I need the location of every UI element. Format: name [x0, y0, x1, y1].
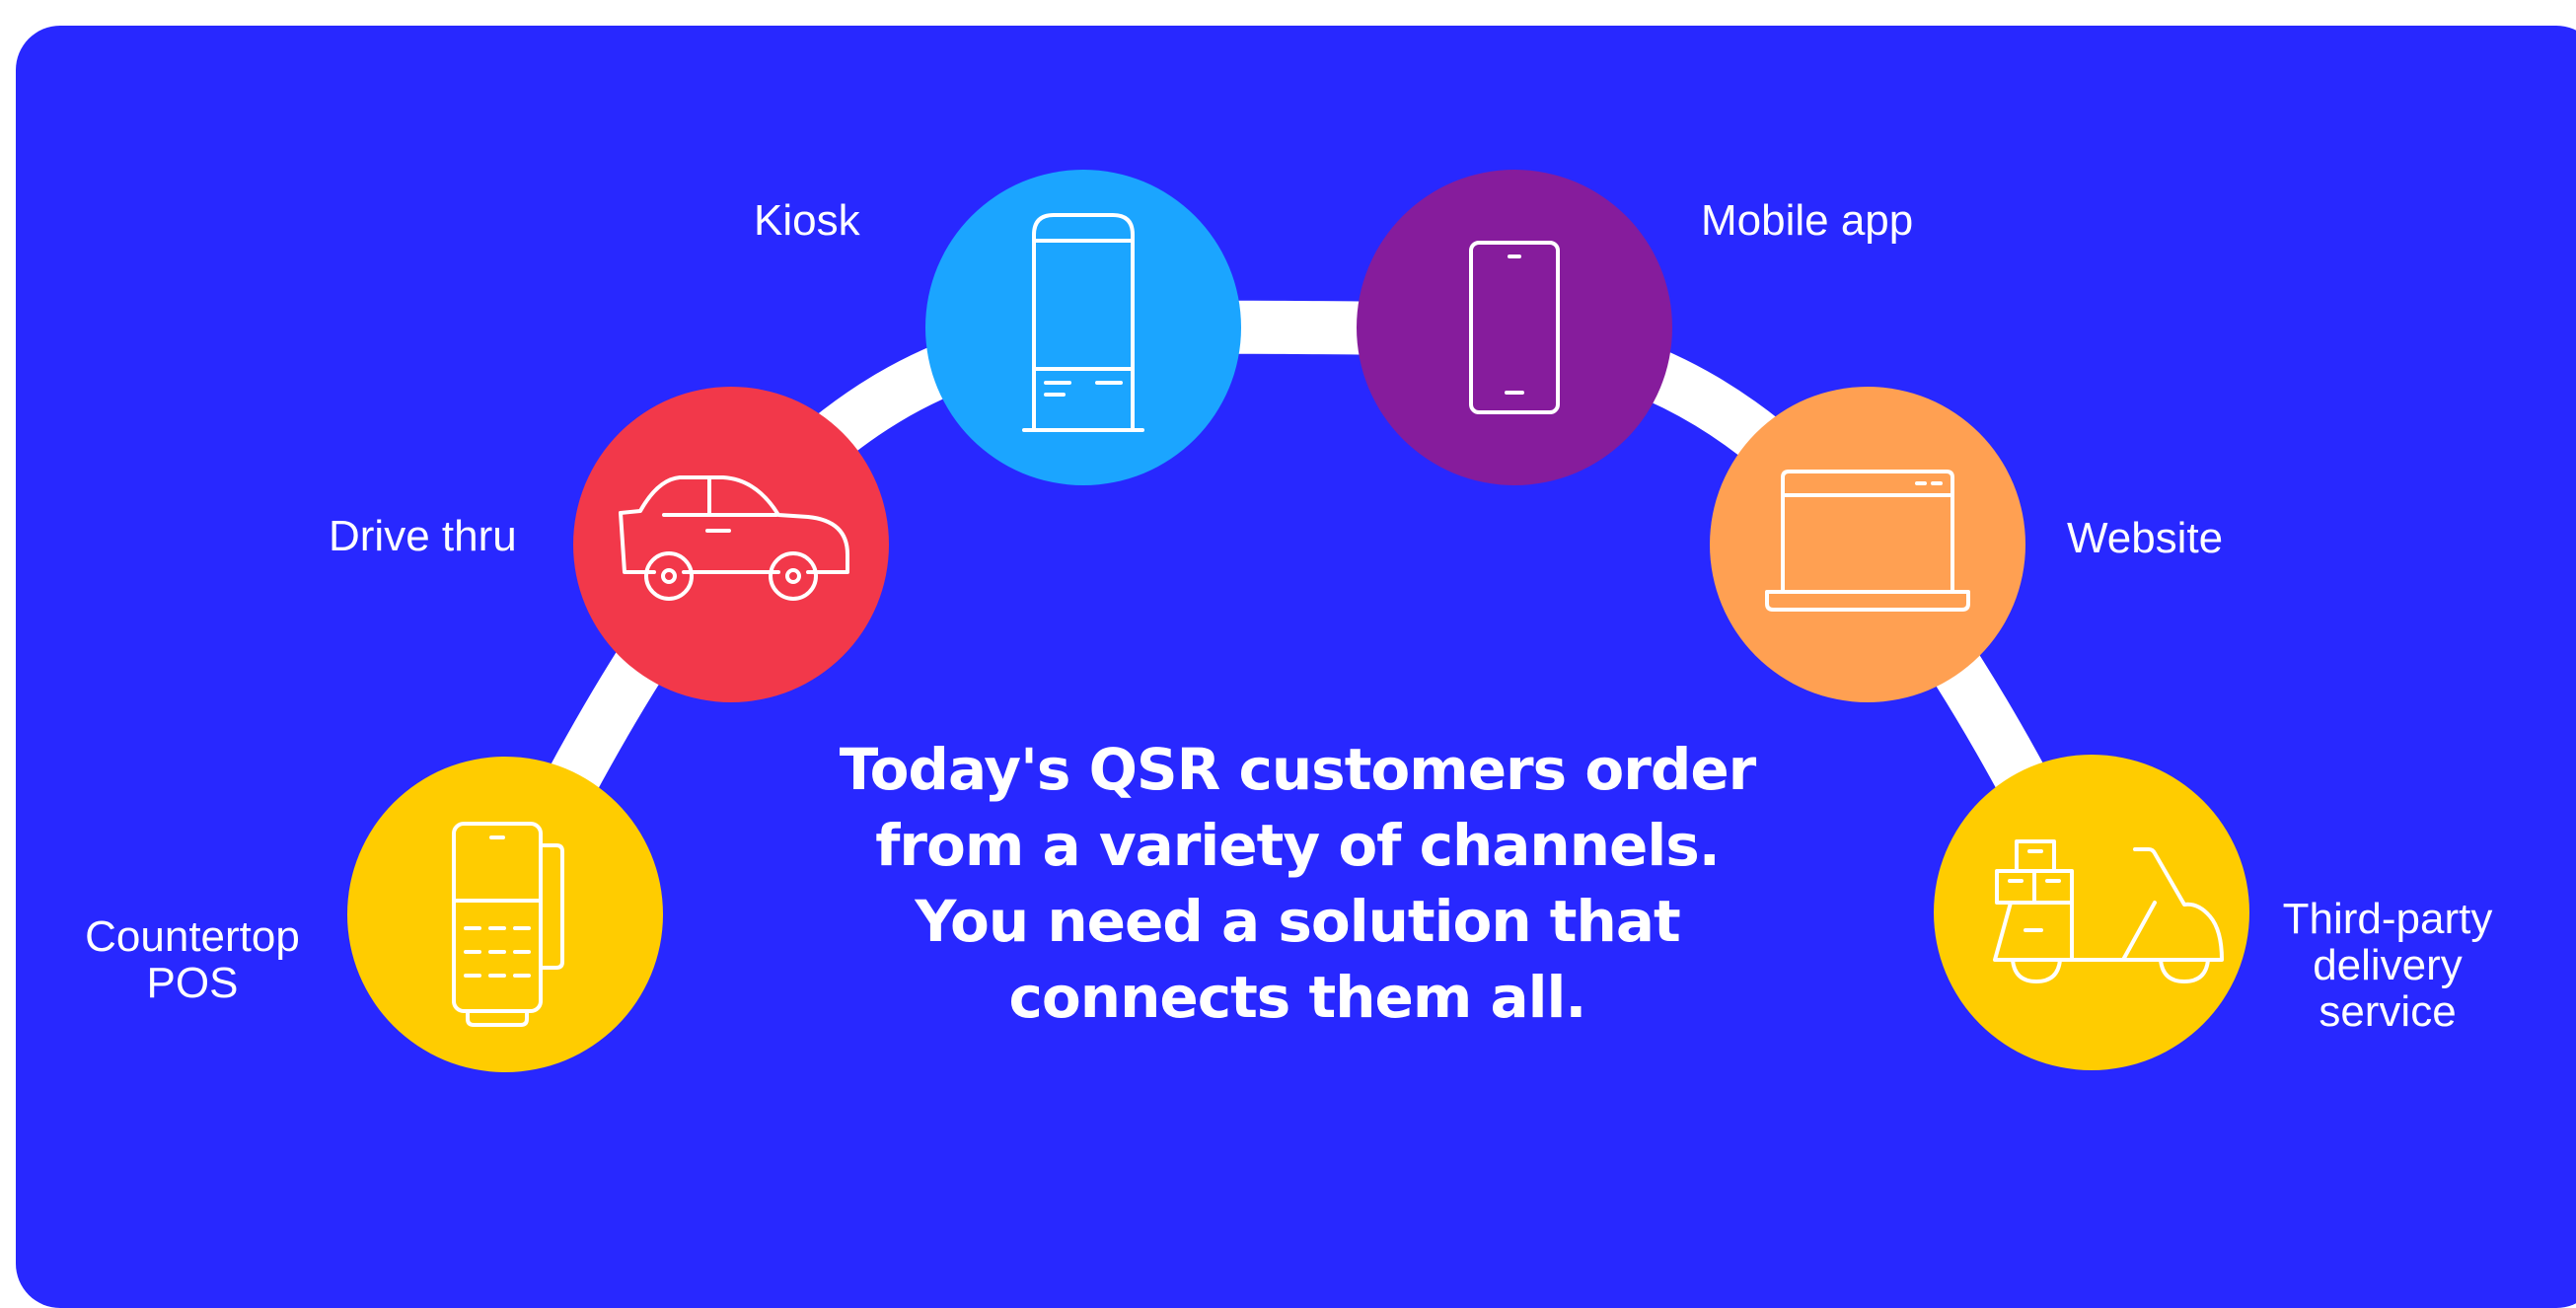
label-mobile-app: Mobile app — [1701, 196, 1914, 245]
node-drive-thru — [573, 387, 889, 702]
label-third-party-delivery: Third-party delivery service — [2259, 896, 2516, 1035]
headline-line-3: You need a solution that — [915, 888, 1680, 955]
smartphone-icon — [1469, 241, 1560, 414]
delivery-scooter-icon — [1993, 839, 2224, 983]
headline-line-2: from a variety of channels. — [875, 812, 1721, 879]
kiosk-icon — [1022, 213, 1144, 432]
label-countertop-pos-line-1: Countertop — [85, 912, 300, 961]
car-icon — [619, 475, 849, 601]
label-third-party-line-1: Third-party — [2282, 895, 2493, 943]
headline-line-4: connects them all. — [1008, 964, 1587, 1031]
payment-terminal-icon — [452, 822, 564, 1027]
label-website: Website — [2067, 514, 2224, 562]
node-website — [1710, 387, 2025, 702]
label-drive-thru: Drive thru — [329, 512, 517, 560]
headline: Today's QSR customers order from a varie… — [770, 732, 1825, 1036]
label-countertop-pos: Countertop POS — [59, 913, 326, 1006]
node-countertop-pos — [347, 757, 663, 1072]
headline-line-1: Today's QSR customers order — [839, 736, 1757, 803]
connecting-arc — [478, 300, 2116, 929]
node-kiosk — [925, 170, 1241, 485]
label-third-party-line-2: delivery — [2313, 941, 2463, 989]
label-countertop-pos-line-2: POS — [146, 959, 239, 1007]
label-kiosk: Kiosk — [754, 196, 860, 245]
node-third-party-delivery — [1934, 755, 2249, 1070]
laptop-icon — [1765, 470, 1970, 612]
label-third-party-line-3: service — [2318, 987, 2457, 1036]
node-mobile-app — [1357, 170, 1672, 485]
